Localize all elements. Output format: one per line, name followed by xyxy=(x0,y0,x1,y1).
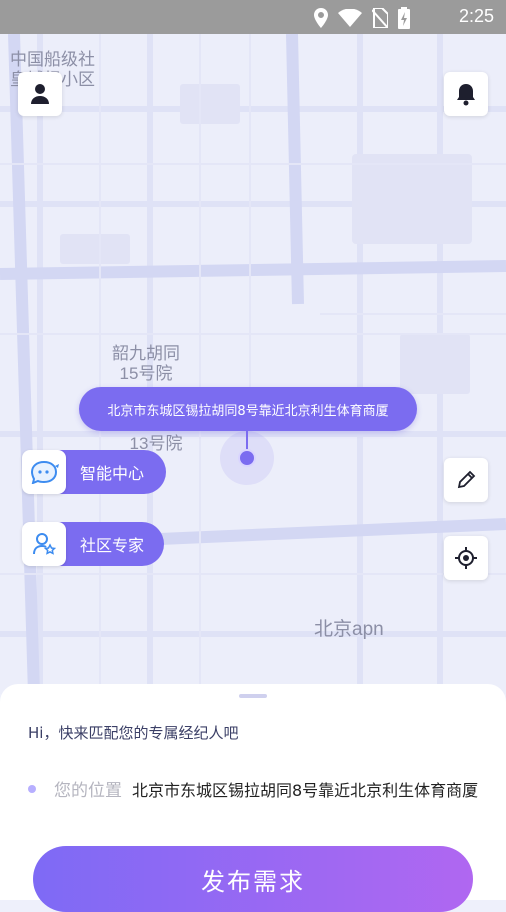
user-icon xyxy=(31,84,49,104)
smart-center-label: 智能中心 xyxy=(80,464,145,483)
publish-button[interactable]: 发布需求 xyxy=(33,846,473,912)
pencil-icon xyxy=(457,470,476,489)
community-expert-icon-box xyxy=(22,522,66,566)
location-icon xyxy=(314,8,328,28)
notification-button[interactable] xyxy=(444,72,488,116)
smart-center-icon-box xyxy=(22,450,66,494)
location-pin xyxy=(238,449,256,467)
status-bar: 2:25 xyxy=(0,0,506,34)
map-view[interactable]: 中国船级社 皇城根小区 韶九胡同 15号院 韶九胡同 13号院 北京apn xyxy=(0,34,506,694)
community-expert-button[interactable]: 社区专家 xyxy=(22,522,164,566)
chat-robot-icon xyxy=(30,460,59,484)
no-sim-icon xyxy=(372,8,388,28)
location-value: 北京市东城区锡拉胡同8号靠近北京利生体育商厦 xyxy=(132,780,479,800)
location-label: 您的位置 xyxy=(54,781,122,801)
edit-button[interactable] xyxy=(444,458,488,502)
profile-button[interactable] xyxy=(18,72,62,116)
location-row[interactable]: 您的位置 北京市东城区锡拉胡同8号靠近北京利生体育商厦 xyxy=(28,776,506,801)
community-expert-label: 社区专家 xyxy=(80,536,145,555)
map-label-hutong-15: 韶九胡同 15号院 xyxy=(112,344,180,383)
locate-icon xyxy=(455,547,477,569)
wifi-icon xyxy=(338,9,362,27)
map-roads xyxy=(0,34,506,694)
sheet-drag-handle[interactable] xyxy=(239,694,267,698)
status-icons xyxy=(314,7,410,29)
status-time: 2:25 xyxy=(458,6,494,26)
greeting-text: Hi，快来匹配您的专属经纪人吧 xyxy=(28,724,239,742)
smart-center-button[interactable]: 智能中心 xyxy=(22,450,166,494)
expert-user-icon xyxy=(33,533,56,555)
locate-button[interactable] xyxy=(444,536,488,580)
bottom-sheet: Hi，快来匹配您的专属经纪人吧 您的位置 北京市东城区锡拉胡同8号靠近北京利生体… xyxy=(0,684,506,912)
location-dot-icon xyxy=(28,784,36,793)
bell-icon xyxy=(457,84,475,106)
address-bubble[interactable]: 北京市东城区锡拉胡同8号靠近北京利生体育商厦 xyxy=(79,387,417,431)
map-label-bottom: 北京apn xyxy=(314,619,384,640)
battery-charging-icon xyxy=(398,7,410,29)
